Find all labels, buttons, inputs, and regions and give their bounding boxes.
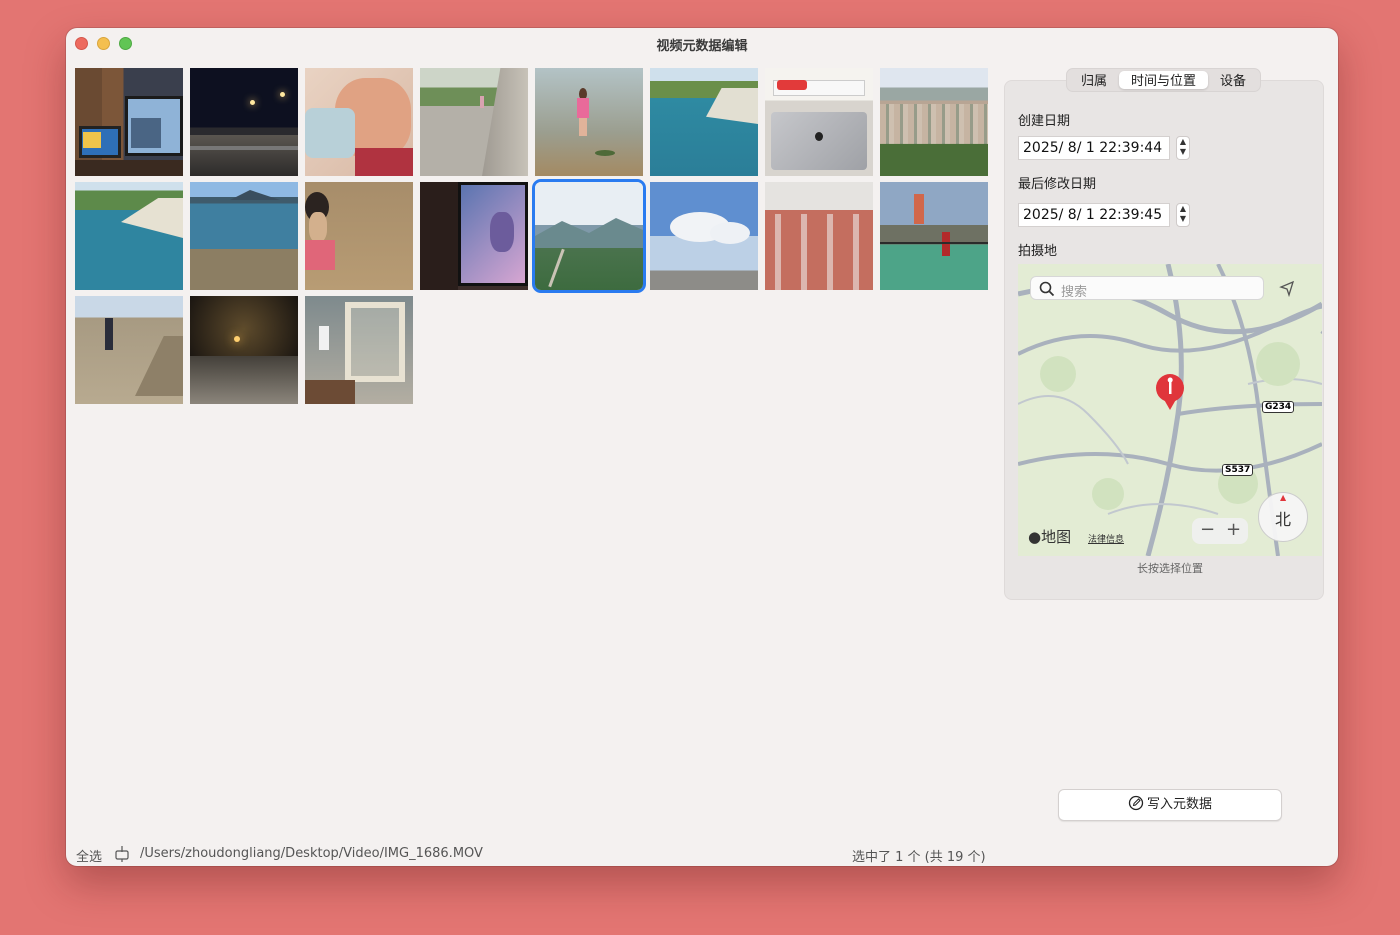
maps-brand: ●地图 bbox=[1028, 528, 1072, 546]
thumbnail-child-in-water[interactable] bbox=[535, 68, 643, 176]
thumbnail-sky-and-clouds[interactable] bbox=[650, 182, 758, 290]
tab-device[interactable]: 设备 bbox=[1208, 71, 1258, 89]
search-icon bbox=[1039, 281, 1055, 297]
tab-attribution[interactable]: 归属 bbox=[1069, 71, 1119, 89]
zoom-out-button[interactable]: − bbox=[1200, 519, 1215, 540]
road-shield-s537: S537 bbox=[1222, 464, 1254, 476]
thumbnail-mountain-valley[interactable] bbox=[532, 179, 646, 293]
modified-date-stepper[interactable]: ▲ ▼ bbox=[1176, 203, 1190, 227]
created-date-stepper[interactable]: ▲ ▼ bbox=[1176, 136, 1190, 160]
legal-link[interactable]: 法律信息 bbox=[1088, 532, 1124, 545]
thumbnail-lake-and-mountains[interactable] bbox=[190, 182, 298, 290]
edit-circle-icon bbox=[1128, 795, 1144, 811]
tab-time-location[interactable]: 时间与位置 bbox=[1119, 71, 1209, 89]
compass-needle-icon: ▲ bbox=[1280, 493, 1287, 502]
thumbnail-child-on-sand[interactable] bbox=[305, 182, 413, 290]
file-path: /Users/zhoudongliang/Desktop/Video/IMG_1… bbox=[140, 846, 483, 861]
map-search-input[interactable]: 搜索 bbox=[1030, 276, 1264, 300]
stepper-down-icon: ▼ bbox=[1179, 147, 1187, 156]
thumbnail-laptop-on-desk[interactable] bbox=[765, 68, 873, 176]
thumbnail-town-from-hill[interactable] bbox=[880, 68, 988, 176]
road-shield-g234: G234 bbox=[1262, 401, 1295, 413]
thumbnail-river-shore[interactable] bbox=[75, 182, 183, 290]
thumbnail-brick-building[interactable] bbox=[765, 182, 873, 290]
apple-logo-icon: ● bbox=[1028, 528, 1042, 546]
created-date-label: 创建日期 bbox=[1018, 114, 1071, 129]
thumbnail-bunk-bed-room[interactable] bbox=[305, 296, 413, 404]
zoom-control: − + bbox=[1192, 518, 1248, 544]
thumbnail-basketball-court[interactable] bbox=[880, 182, 988, 290]
thumbnail-river-bend[interactable] bbox=[650, 68, 758, 176]
thumbnail-night-road[interactable] bbox=[190, 68, 298, 176]
zoom-in-button[interactable]: + bbox=[1226, 519, 1241, 540]
share-tray-icon bbox=[115, 846, 129, 862]
modified-date-label: 最后修改日期 bbox=[1018, 177, 1097, 192]
select-all-button[interactable]: 全选 bbox=[76, 846, 102, 865]
map-view[interactable]: 搜索 G234 S537 ●地图 法律信息 − + ▲ 北 bbox=[1018, 264, 1322, 556]
thumbnail-sleeping-child[interactable] bbox=[305, 68, 413, 176]
thumbnail-living-room-tv[interactable] bbox=[75, 68, 183, 176]
window-title: 视频元数据编辑 bbox=[656, 39, 748, 54]
segmented-tabs: 归属 时间与位置 设备 bbox=[1066, 68, 1262, 92]
location-label: 拍摄地 bbox=[1018, 244, 1058, 259]
thumbnail-person-on-beach[interactable] bbox=[75, 296, 183, 404]
thumbnail-night-tunnel[interactable] bbox=[190, 296, 298, 404]
selection-count: 选中了 1 个 (共 19 个) bbox=[852, 850, 986, 865]
created-date-field[interactable]: 2025/ 8/ 1 22:39:44 bbox=[1018, 136, 1170, 160]
compass-button[interactable]: ▲ 北 bbox=[1258, 492, 1308, 542]
thumbnail-path-by-wall[interactable] bbox=[420, 68, 528, 176]
current-location-button[interactable] bbox=[1274, 276, 1300, 300]
modified-date-field[interactable]: 2025/ 8/ 1 22:39:45 bbox=[1018, 203, 1170, 227]
map-hint: 长按选择位置 bbox=[1137, 562, 1203, 575]
app-window: 视频元数据编辑 归属 时间与位置 设备 创建日期 2025/ 8/ 1 22:3… bbox=[66, 28, 1338, 866]
reveal-in-finder-button[interactable] bbox=[114, 845, 130, 866]
stepper-down-icon: ▼ bbox=[1179, 214, 1187, 223]
write-metadata-button[interactable]: 写入元数据 bbox=[1058, 789, 1282, 821]
title-bar: 视频元数据编辑 bbox=[66, 28, 1338, 58]
write-metadata-label: 写入元数据 bbox=[1146, 797, 1212, 812]
compass-north-label: 北 bbox=[1275, 510, 1292, 529]
location-arrow-icon bbox=[1279, 280, 1295, 298]
thumbnail-screen-dark-room[interactable] bbox=[420, 182, 528, 290]
stepper-up-icon: ▲ bbox=[1179, 137, 1187, 146]
location-pin-icon bbox=[1154, 372, 1186, 416]
search-placeholder: 搜索 bbox=[1061, 285, 1088, 300]
stepper-up-icon: ▲ bbox=[1179, 204, 1187, 213]
